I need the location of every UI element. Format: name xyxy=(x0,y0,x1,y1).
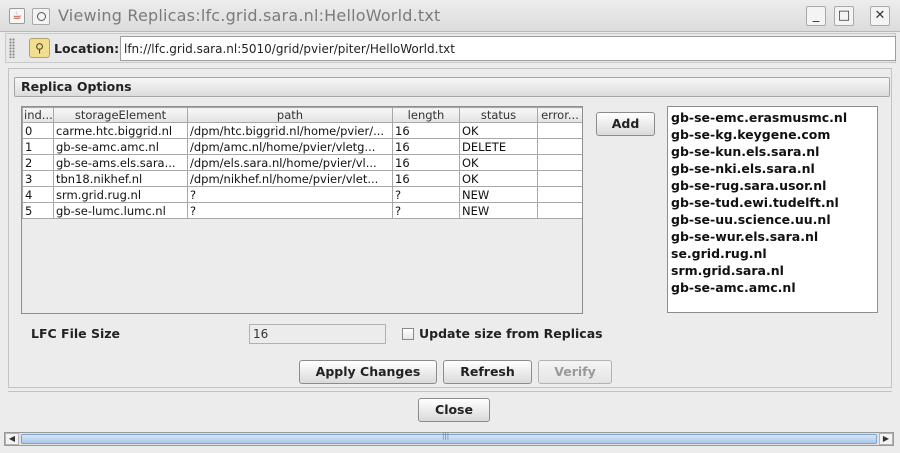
list-item[interactable]: gb-se-uu.science.uu.nl xyxy=(671,211,877,228)
scroll-right-icon[interactable]: ▶ xyxy=(879,433,893,445)
cell-path[interactable]: ? xyxy=(187,202,393,219)
file-size-label: LFC File Size xyxy=(31,326,121,341)
window-menu-icon[interactable] xyxy=(32,8,50,25)
list-item[interactable]: gb-se-tud.ewi.tudelft.nl xyxy=(671,194,877,211)
column-header-storage-element[interactable]: storageElement xyxy=(53,107,188,123)
cell-path[interactable]: /dpm/els.sara.nl/home/pvier/vl... xyxy=(187,154,393,171)
cell-storage-element[interactable]: tbn18.nikhef.nl xyxy=(53,170,188,187)
refresh-button[interactable]: Refresh xyxy=(443,360,532,384)
cell-status[interactable]: OK xyxy=(459,154,538,171)
table-row[interactable]: 5 gb-se-lumc.lumc.nl ? ? NEW xyxy=(22,202,582,219)
cell-error[interactable] xyxy=(537,154,582,171)
cell-length[interactable]: ? xyxy=(392,202,460,219)
column-header-status[interactable]: status xyxy=(459,107,538,123)
list-item[interactable]: gb-se-emc.erasmusmc.nl xyxy=(671,109,877,126)
cell-index[interactable]: 4 xyxy=(22,186,54,203)
cell-length[interactable]: 16 xyxy=(392,138,460,155)
cell-path[interactable]: /dpm/amc.nl/home/pvier/vletg... xyxy=(187,138,393,155)
add-button[interactable]: Add xyxy=(596,112,655,136)
table-row[interactable]: 1 gb-se-amc.amc.nl /dpm/amc.nl/home/pvie… xyxy=(22,138,582,155)
cell-index[interactable]: 3 xyxy=(22,170,54,187)
list-item[interactable]: gb-se-wur.els.sara.nl xyxy=(671,228,877,245)
link-icon[interactable]: ⚲ xyxy=(29,38,50,58)
cell-status[interactable]: DELETE xyxy=(459,138,538,155)
cell-index[interactable]: 0 xyxy=(22,122,54,139)
minimize-button[interactable]: _ xyxy=(806,6,826,26)
cell-storage-element[interactable]: gb-se-lumc.lumc.nl xyxy=(53,202,188,219)
cell-length[interactable]: ? xyxy=(392,186,460,203)
cell-path[interactable]: /dpm/nikhef.nl/home/pvier/vlet... xyxy=(187,170,393,187)
divider xyxy=(8,391,892,392)
cell-storage-element[interactable]: gb-se-amc.amc.nl xyxy=(53,138,188,155)
cell-status[interactable]: NEW xyxy=(459,202,538,219)
cell-error[interactable] xyxy=(537,170,582,187)
scroll-thumb[interactable] xyxy=(21,432,877,444)
cell-error[interactable] xyxy=(537,202,582,219)
table-row[interactable]: 2 gb-se-ams.els.sara... /dpm/els.sara.nl… xyxy=(22,154,582,171)
table-row[interactable]: 3 tbn18.nikhef.nl /dpm/nikhef.nl/home/pv… xyxy=(22,170,582,187)
title-bar: ☕ Viewing Replicas:lfc.grid.sara.nl:Hell… xyxy=(0,0,900,32)
table-header-row: ind... storageElement path length status… xyxy=(22,107,582,123)
replica-table-scrollpane[interactable]: ind... storageElement path length status… xyxy=(21,106,583,314)
column-header-error[interactable]: error... xyxy=(537,107,582,123)
replica-options-panel: Replica Options ind... storageElement pa… xyxy=(8,68,892,388)
cell-error[interactable] xyxy=(537,186,582,203)
update-size-checkbox[interactable] xyxy=(402,328,414,340)
cell-index[interactable]: 2 xyxy=(22,154,54,171)
list-item[interactable]: gb-se-rug.sara.usor.nl xyxy=(671,177,877,194)
toolbar-grip-icon[interactable] xyxy=(9,38,15,58)
location-toolbar: ⚲ Location: xyxy=(5,33,896,63)
storage-element-list[interactable]: gb-se-emc.erasmusmc.nl gb-se-kg.keygene.… xyxy=(667,106,878,313)
location-input[interactable] xyxy=(120,36,896,61)
list-item[interactable]: gb-se-nki.els.sara.nl xyxy=(671,160,877,177)
cell-status[interactable]: OK xyxy=(459,170,538,187)
window-title: Viewing Replicas:lfc.grid.sara.nl:HelloW… xyxy=(58,6,441,25)
update-size-label[interactable]: Update size from Replicas xyxy=(419,326,603,341)
cell-length[interactable]: 16 xyxy=(392,170,460,187)
java-icon: ☕ xyxy=(9,8,25,24)
apply-changes-button[interactable]: Apply Changes xyxy=(299,360,437,384)
maximize-button[interactable]: □ xyxy=(834,6,854,26)
cell-index[interactable]: 1 xyxy=(22,138,54,155)
replica-table[interactable]: ind... storageElement path length status… xyxy=(22,107,582,219)
cell-path[interactable]: /dpm/htc.biggrid.nl/home/pvier/... xyxy=(187,122,393,139)
file-size-field[interactable]: 16 xyxy=(249,324,386,344)
cell-storage-element[interactable]: srm.grid.rug.nl xyxy=(53,186,188,203)
cell-storage-element[interactable]: carme.htc.biggrid.nl xyxy=(53,122,188,139)
horizontal-scrollbar[interactable]: ◀ ▶ xyxy=(4,432,894,446)
list-item[interactable]: srm.grid.sara.nl xyxy=(671,262,877,279)
scroll-left-icon[interactable]: ◀ xyxy=(5,433,19,445)
list-item[interactable]: gb-se-amc.amc.nl xyxy=(671,279,877,296)
cell-length[interactable]: 16 xyxy=(392,122,460,139)
table-row[interactable]: 0 carme.htc.biggrid.nl /dpm/htc.biggrid.… xyxy=(22,122,582,139)
column-header-length[interactable]: length xyxy=(392,107,460,123)
location-label: Location: xyxy=(54,41,120,56)
table-row[interactable]: 4 srm.grid.rug.nl ? ? NEW xyxy=(22,186,582,203)
section-title[interactable]: Replica Options xyxy=(14,77,890,97)
column-header-path[interactable]: path xyxy=(187,107,393,123)
cell-error[interactable] xyxy=(537,138,582,155)
cell-length[interactable]: 16 xyxy=(392,154,460,171)
cell-path[interactable]: ? xyxy=(187,186,393,203)
cell-storage-element[interactable]: gb-se-ams.els.sara... xyxy=(53,154,188,171)
cell-status[interactable]: OK xyxy=(459,122,538,139)
verify-button[interactable]: Verify xyxy=(538,360,612,384)
cell-status[interactable]: NEW xyxy=(459,186,538,203)
cell-index[interactable]: 5 xyxy=(22,202,54,219)
list-item[interactable]: gb-se-kun.els.sara.nl xyxy=(671,143,877,160)
cell-error[interactable] xyxy=(537,122,582,139)
list-item[interactable]: se.grid.rug.nl xyxy=(671,245,877,262)
column-header-index[interactable]: ind... xyxy=(22,107,54,123)
close-button[interactable]: Close xyxy=(418,398,490,422)
list-item[interactable]: gb-se-kg.keygene.com xyxy=(671,126,877,143)
close-window-button[interactable]: ✕ xyxy=(870,6,890,26)
